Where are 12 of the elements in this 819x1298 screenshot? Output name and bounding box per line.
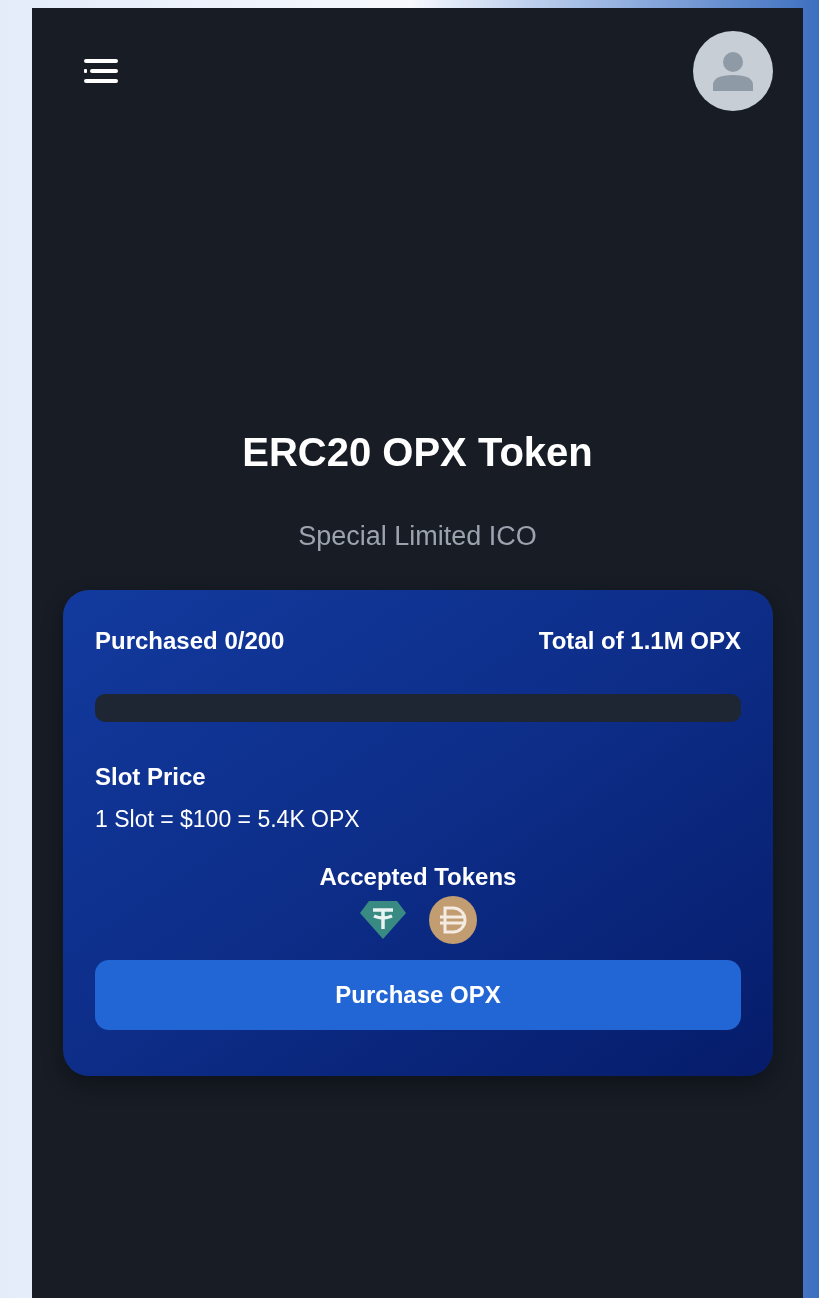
user-icon [712, 51, 754, 91]
diamond-token-icon [359, 899, 407, 941]
accepted-tokens-label: Accepted Tokens [319, 862, 517, 892]
coin-token-icon [429, 896, 477, 944]
page-title: ERC20 OPX Token [242, 429, 593, 476]
purchase-button[interactable]: Purchase OPX [95, 960, 741, 1030]
slot-price: 1 Slot = $100 = 5.4K OPX [95, 805, 361, 834]
purchased-count: Purchased 0/200 [95, 626, 285, 656]
slot-price-label: Slot Price [95, 762, 207, 792]
menu-icon[interactable] [82, 58, 120, 84]
total-supply: Total of 1.1M OPX [538, 626, 741, 656]
page-subtitle: Special Limited ICO [298, 520, 537, 552]
